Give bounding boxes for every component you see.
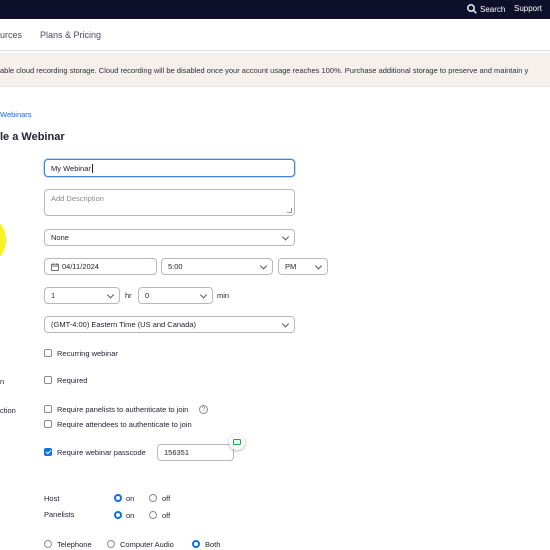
host-off-label: off (162, 494, 171, 503)
top-bar: Search Support (0, 0, 550, 19)
chevron-down-icon (281, 319, 290, 328)
help-icon[interactable]: ? (199, 405, 208, 414)
recurring-label: Recurring webinar (57, 349, 118, 358)
attendees-auth-checkbox[interactable] (44, 420, 52, 428)
ampm-value: PM (285, 262, 297, 271)
ampm-select[interactable]: PM (278, 258, 328, 275)
panelists-off-label: off (162, 511, 171, 520)
banner-text: able cloud recording storage. Cloud reco… (0, 66, 529, 75)
sub-navigation: urces Plans & Pricing (0, 19, 550, 51)
chevron-down-icon (259, 261, 268, 270)
search-link[interactable]: Search (467, 4, 505, 14)
panelists-video-off-radio[interactable] (149, 511, 157, 519)
registration-row-label: n (0, 377, 5, 386)
panelists-auth-label: Require panelists to authenticate to joi… (57, 405, 189, 414)
host-video-label: Host (44, 494, 60, 503)
passcode-input[interactable]: 156351 (157, 444, 234, 461)
nav-plans-pricing[interactable]: Plans & Pricing (40, 30, 101, 40)
audio-telephone-radio[interactable] (44, 540, 52, 548)
timezone-value: (GMT-4:00) Eastern Time (US and Canada) (51, 320, 197, 329)
attendees-auth-label: Require attendees to authenticate to joi… (57, 420, 192, 429)
registration-required-checkbox[interactable] (44, 376, 52, 384)
description-textarea[interactable]: Add Description (44, 189, 295, 216)
audio-computer-radio[interactable] (107, 540, 115, 548)
text-caret (91, 163, 93, 173)
recurring-checkbox[interactable] (44, 349, 52, 357)
breadcrumb-webinars[interactable]: Webinars (0, 110, 32, 119)
audio-telephone-label: Telephone (57, 540, 92, 549)
panelists-on-label: on (126, 511, 135, 520)
timezone-select[interactable]: (GMT-4:00) Eastern Time (US and Canada) (44, 316, 295, 333)
panelists-video-on-radio[interactable] (114, 511, 122, 519)
topic-value: My Webinar (51, 163, 91, 173)
passcode-value: 156351 (164, 448, 190, 457)
template-select[interactable]: None (44, 229, 295, 246)
duration-hours-value: 1 (51, 291, 56, 300)
nav-resources[interactable]: urces (0, 30, 22, 40)
minutes-unit-label: min (217, 291, 230, 300)
chevron-down-icon (199, 290, 208, 299)
duration-minutes-value: 0 (145, 291, 150, 300)
host-on-label: on (126, 494, 135, 503)
host-video-off-radio[interactable] (149, 494, 157, 502)
support-link[interactable]: Support (514, 4, 542, 13)
resize-handle-icon[interactable] (287, 208, 292, 213)
page-title: le a Webinar (0, 131, 65, 143)
cursor-highlight (0, 222, 6, 258)
topic-input[interactable]: My Webinar (44, 159, 295, 177)
keyboard-icon (233, 439, 241, 445)
panelists-auth-checkbox[interactable] (44, 405, 52, 413)
host-video-on-radio[interactable] (114, 494, 122, 502)
template-value: None (51, 233, 69, 242)
date-value: 04/11/2024 (62, 262, 99, 271)
authentication-row-label: ction (0, 406, 16, 415)
passcode-checkbox[interactable] (44, 448, 52, 456)
chevron-down-icon (106, 290, 115, 299)
audio-both-radio[interactable] (192, 540, 200, 548)
hours-unit-label: hr (125, 291, 132, 300)
duration-minutes-select[interactable]: 0 (138, 287, 213, 304)
audio-computer-label: Computer Audio (120, 540, 174, 549)
date-picker[interactable]: 04/11/2024 (44, 258, 157, 275)
search-icon (467, 4, 477, 14)
regenerate-passcode-button[interactable] (229, 434, 245, 450)
chevron-down-icon (281, 232, 290, 241)
passcode-label: Require webinar passcode (57, 448, 146, 457)
duration-hours-select[interactable]: 1 (44, 287, 120, 304)
registration-required-label: Required (57, 376, 88, 385)
chevron-down-icon (314, 261, 323, 270)
description-placeholder: Add Description (51, 194, 104, 203)
panelists-video-label: Panelists (44, 510, 75, 519)
search-label: Search (480, 4, 506, 14)
storage-warning-banner: able cloud recording storage. Cloud reco… (0, 53, 550, 87)
audio-both-label: Both (205, 540, 221, 549)
time-select[interactable]: 5:00 (161, 258, 273, 275)
time-value: 5:00 (168, 262, 183, 271)
calendar-icon (51, 262, 59, 271)
